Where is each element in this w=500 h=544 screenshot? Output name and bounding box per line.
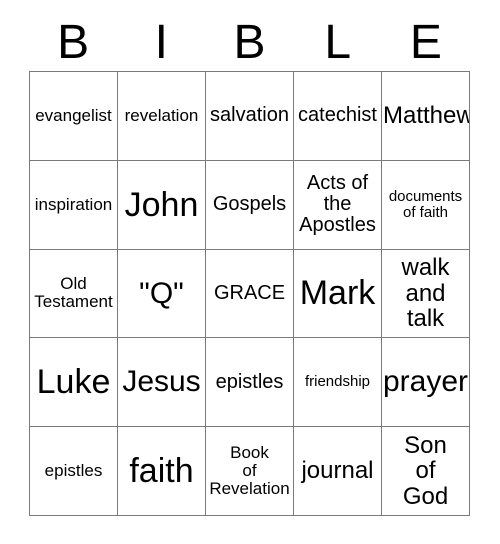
bingo-cell[interactable]: Jesus xyxy=(118,338,206,428)
bingo-cell[interactable]: walk and talk xyxy=(382,249,470,339)
bingo-cell-text: Gospels xyxy=(212,193,287,216)
header-letter-1: B xyxy=(57,15,90,69)
bingo-cell[interactable]: epistles xyxy=(206,338,294,428)
bingo-cell[interactable]: journal xyxy=(294,427,382,516)
bingo-cell-text: "Q" xyxy=(139,276,184,310)
bingo-card: B I B L E evangelist revelation salvatio… xyxy=(0,0,500,544)
bingo-cell-text: Son of God xyxy=(402,431,449,510)
bingo-cell[interactable]: prayer xyxy=(382,338,470,428)
bingo-cell[interactable]: revelation xyxy=(118,72,206,161)
bingo-cell-text: Old Testament xyxy=(34,274,113,312)
bingo-cell-text: John xyxy=(124,185,199,224)
bingo-cell-text: documents of faith xyxy=(388,187,463,221)
bingo-cell-text: evangelist xyxy=(35,105,112,125)
bingo-cell[interactable]: Matthew xyxy=(382,72,470,161)
bingo-header: B I B L E xyxy=(29,14,470,71)
bingo-cell[interactable]: inspiration xyxy=(30,160,118,250)
bingo-cell-text: epistles xyxy=(215,370,284,393)
bingo-cell[interactable]: Mark xyxy=(294,249,382,339)
bingo-cell-text: Luke xyxy=(36,363,111,402)
bingo-cell-text: journal xyxy=(301,457,374,485)
bingo-cell-text: revelation xyxy=(124,105,199,125)
bingo-cell[interactable]: evangelist xyxy=(30,72,118,161)
header-letter-2: I xyxy=(154,15,168,69)
bingo-cell[interactable]: Gospels xyxy=(206,160,294,250)
header-letter-5: E xyxy=(409,15,442,69)
bingo-cell-text: Matthew xyxy=(383,102,470,130)
bingo-cell-text: salvation xyxy=(210,104,289,127)
bingo-cell-text: walk and talk xyxy=(401,254,450,333)
bingo-cell-text: Mark xyxy=(299,274,376,313)
bingo-cell[interactable]: Son of God xyxy=(382,427,470,516)
header-letter-4: L xyxy=(324,15,352,69)
bingo-cell-text: Acts of the Apostles xyxy=(299,171,376,237)
bingo-cell[interactable]: catechist xyxy=(294,72,382,161)
bingo-cell[interactable]: Acts of the Apostles xyxy=(294,160,382,250)
bingo-cell-text: friendship xyxy=(304,373,371,391)
bingo-cell[interactable]: salvation xyxy=(206,72,294,161)
bingo-cell[interactable]: John xyxy=(118,160,206,250)
bingo-cell-text: faith xyxy=(129,452,194,491)
bingo-cell[interactable]: Book of Revelation xyxy=(206,427,294,516)
bingo-cell-text: epistles xyxy=(44,461,103,481)
bingo-cell-text: Book of Revelation xyxy=(209,443,290,499)
bingo-cell-text: prayer xyxy=(383,365,469,399)
bingo-grid: evangelist revelation salvation catechis… xyxy=(29,71,470,516)
bingo-cell[interactable]: GRACE xyxy=(206,249,294,339)
bingo-cell-text: GRACE xyxy=(213,281,286,304)
bingo-cell[interactable]: "Q" xyxy=(118,249,206,339)
bingo-cell[interactable]: Luke xyxy=(30,338,118,428)
bingo-cell[interactable]: friendship xyxy=(294,338,382,428)
header-letter-3: B xyxy=(233,15,266,69)
bingo-cell[interactable]: epistles xyxy=(30,427,118,516)
bingo-cell-text: inspiration xyxy=(34,194,113,214)
bingo-cell-text: catechist xyxy=(298,104,377,127)
bingo-cell[interactable]: Old Testament xyxy=(30,249,118,339)
bingo-cell[interactable]: faith xyxy=(118,427,206,516)
bingo-cell[interactable]: documents of faith xyxy=(382,160,470,250)
bingo-cell-text: Jesus xyxy=(122,365,201,399)
